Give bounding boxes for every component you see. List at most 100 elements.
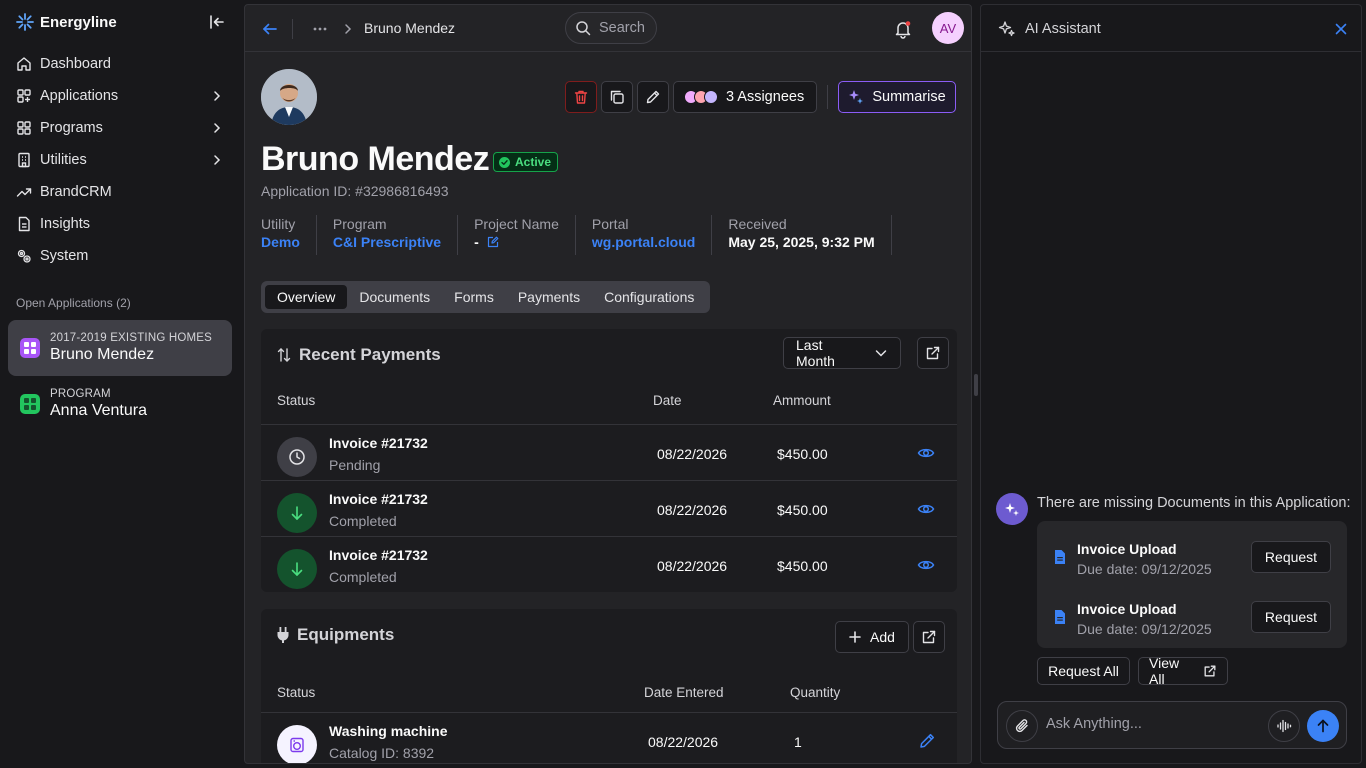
sidebar-item-label: Utilities [40,152,87,168]
summarise-button[interactable]: Summarise [838,81,956,113]
meta-utility: Utility Demo [261,215,317,255]
meta-value[interactable]: wg.portal.cloud [592,233,695,251]
meta-value[interactable]: Demo [261,233,300,251]
tab-configurations[interactable]: Configurations [592,285,706,309]
tab-payments[interactable]: Payments [506,285,592,309]
sidebar-item-label: BrandCRM [40,184,112,200]
missing-documents-box: Invoice Upload Due date: 09/12/2025 Requ… [1037,521,1347,648]
assignees-button[interactable]: 3 Assignees [673,81,818,113]
sidebar-item-utilities[interactable]: Utilities [0,144,240,176]
document-title: Invoice Upload [1077,601,1177,617]
invoice-status: Pending [329,457,381,473]
user-avatar[interactable]: AV [932,12,964,44]
eye-icon[interactable] [917,556,935,574]
view-all-button[interactable]: View All [1138,655,1228,687]
delete-button[interactable] [565,81,597,113]
clock-icon [277,437,317,477]
table-row: Invoice #21732 Completed 08/22/2026 $450… [261,536,957,592]
chevron-right-icon [210,89,224,103]
sidebar-item-applications[interactable]: Applications [0,80,240,112]
voice-input-button[interactable] [1268,710,1300,742]
column-header-status: Status [277,685,316,700]
sidebar-item-brandcrm[interactable]: BrandCRM [0,176,240,208]
close-icon[interactable] [1333,21,1349,37]
sidebar-item-label: System [40,248,89,264]
open-equipments-button[interactable] [913,621,945,653]
file-icon [1053,549,1067,565]
meta-value-row: - [474,233,559,251]
meta-program: Program C&I Prescriptive [317,215,459,255]
meta-label: Received [728,216,787,232]
breadcrumb-current: Bruno Mendez [364,20,456,36]
search-icon [575,20,591,36]
sidebar-item-label: Applications [40,88,119,104]
request-button[interactable]: Request [1251,601,1331,633]
search-input[interactable]: Search [565,12,657,44]
washing-machine-icon [277,725,317,763]
add-equipment-button[interactable]: Add [835,621,909,653]
eye-icon[interactable] [917,500,935,518]
sparkles-icon [998,20,1016,38]
request-all-button[interactable]: Request All [1037,657,1130,685]
open-app-bruno-mendez[interactable]: 2017-2019 EXISTING HOMES Bruno Mendez [8,320,232,376]
sidebar-item-dashboard[interactable]: Dashboard [0,48,240,80]
chat-input[interactable] [1046,716,1256,732]
paperclip-icon [1014,718,1030,734]
pencil-icon[interactable] [918,732,936,750]
copy-button[interactable] [601,81,633,113]
document-icon [16,216,32,232]
notification-bell-icon[interactable] [893,19,913,39]
sidebar-item-programs[interactable]: Programs [0,112,240,144]
period-dropdown[interactable]: Last Month [783,337,901,369]
search-placeholder: Search [599,20,645,36]
column-header-date-entered: Date Entered [644,685,724,700]
ai-title: AI Assistant [1025,21,1101,37]
ai-message: There are missing Documents in this Appl… [1037,495,1351,511]
profile-photo [261,69,317,125]
more-horizontal-icon[interactable] [311,20,329,38]
trash-icon [573,89,589,105]
app-grid-icon [20,394,40,414]
panel-resize-handle[interactable] [974,374,978,396]
back-arrow-icon[interactable] [261,20,279,38]
attach-button[interactable] [1006,710,1038,742]
tab-overview[interactable]: Overview [265,285,348,309]
missing-document-item: Invoice Upload Due date: 09/12/2025 Requ… [1053,537,1333,577]
meta-value[interactable]: C&I Prescriptive [333,233,441,251]
open-app-anna-ventura[interactable]: PROGRAM Anna Ventura [8,376,232,432]
invoice-status: Completed [329,513,397,529]
document-title: Invoice Upload [1077,541,1177,557]
table-row: Washing machine Catalog ID: 8392 08/22/2… [261,712,957,763]
meta-label: Portal [591,216,629,232]
document-due-date: Due date: 09/12/2025 [1077,621,1212,637]
sidebar-item-system[interactable]: System [0,240,240,272]
ai-header: AI Assistant [981,5,1361,52]
invoice-amount: $450.00 [777,446,828,462]
application-meta: Utility Demo Program C&I Prescriptive Pr… [261,215,892,255]
send-button[interactable] [1307,710,1339,742]
equipments-card: Equipments Add Status Date Entered Quant… [261,609,957,763]
sidebar-item-label: Insights [40,216,90,232]
plug-icon [277,627,289,643]
tab-forms[interactable]: Forms [442,285,506,309]
period-value: Last Month [796,337,835,369]
open-payments-button[interactable] [917,337,949,369]
recent-payments-title: Recent Payments [299,345,441,364]
edit-button[interactable] [637,81,669,113]
audio-waveform-icon [1276,718,1292,734]
edit-square-icon[interactable] [487,236,499,248]
sidebar-item-insights[interactable]: Insights [0,208,240,240]
energyline-logo-icon [16,13,34,31]
brand[interactable]: Energyline [16,12,117,32]
chevron-right-icon [341,22,355,36]
chat-input-bar [997,701,1347,749]
request-button[interactable]: Request [1251,541,1331,573]
tab-documents[interactable]: Documents [347,285,442,309]
assignee-avatars [684,90,718,104]
meta-label: Utility [261,216,296,232]
collapse-sidebar-icon[interactable] [208,13,226,31]
meta-label: Project Name [474,216,559,232]
eye-icon[interactable] [917,444,935,462]
check-circle-icon [499,156,510,168]
external-link-icon [921,629,937,645]
